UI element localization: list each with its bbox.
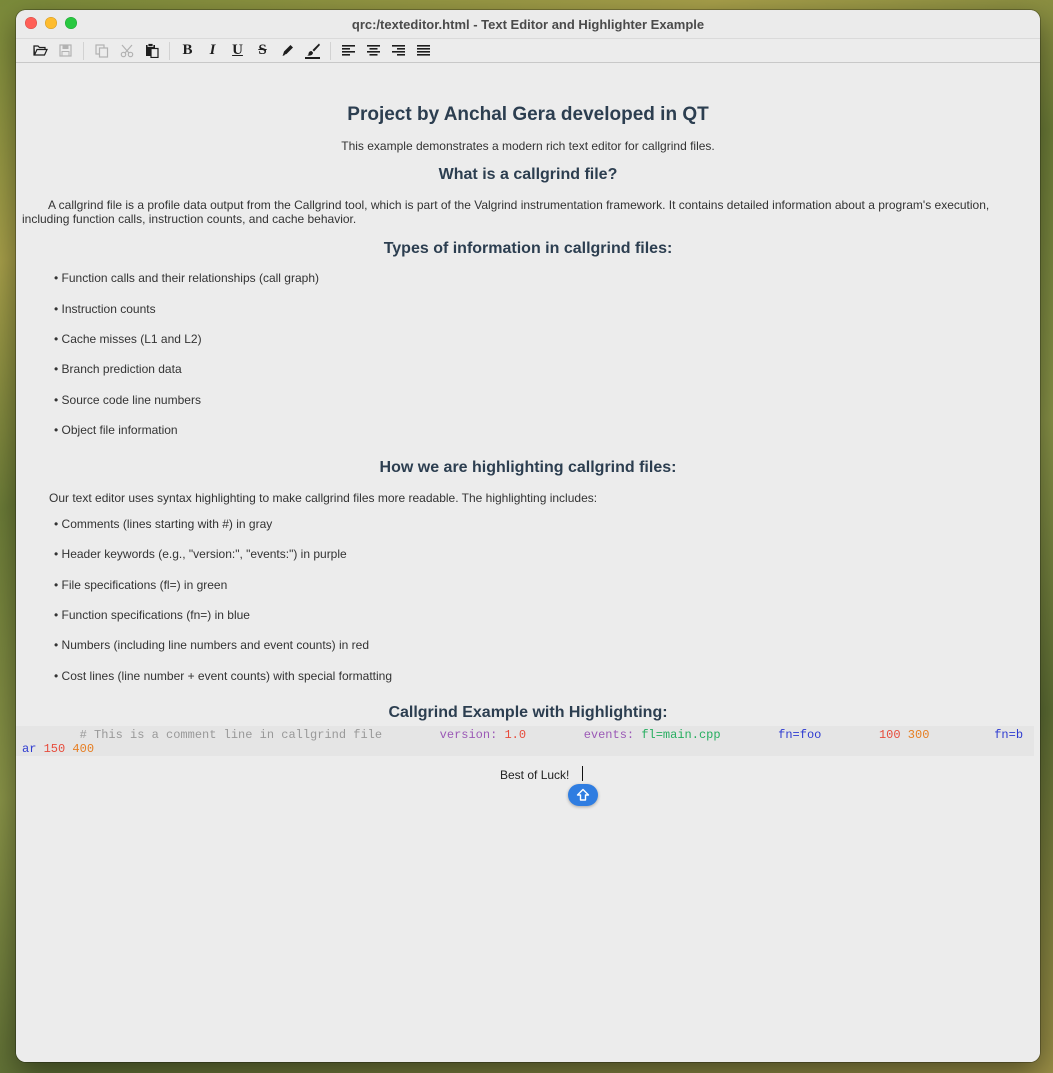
align-center-icon — [367, 45, 380, 56]
code-bar-cost: 400 — [72, 742, 95, 756]
underline-button[interactable]: U — [225, 41, 250, 61]
list-item: • Numbers (including line numbers and ev… — [54, 638, 370, 652]
titlebar: qrc:/texteditor.html - Text Editor and H… — [16, 10, 1040, 38]
code-comment: # This is a comment line in callgrind fi… — [79, 728, 383, 742]
align-left-icon — [342, 45, 355, 56]
toolbar-separator — [330, 41, 331, 60]
paste-button[interactable] — [139, 41, 164, 61]
code-foo-line: 100 — [878, 728, 901, 742]
document-subtitle: This example demonstrates a modern rich … — [341, 139, 715, 153]
section-heading-example: Callgrind Example with Highlighting: — [388, 704, 668, 721]
italic-button[interactable]: I — [200, 41, 225, 61]
minimize-window-button[interactable] — [45, 17, 57, 29]
list-item: • File specifications (fl=) in green — [54, 578, 228, 592]
align-left-button[interactable] — [336, 41, 361, 61]
list-item: • Function calls and their relationships… — [54, 271, 319, 285]
highlighting-intro: Our text editor uses syntax highlighting… — [49, 491, 598, 505]
closing-text: Best of Luck! — [500, 768, 570, 782]
callgrind-description: A callgrind file is a profile data outpu… — [22, 198, 990, 226]
document-title: Project by Anchal Gera developed in QT — [347, 104, 709, 125]
save-icon — [59, 44, 72, 57]
save-button[interactable] — [53, 41, 78, 61]
list-item: • Branch prediction data — [54, 362, 182, 376]
maximize-window-button[interactable] — [65, 17, 77, 29]
list-item: • Function specifications (fn=) in blue — [54, 608, 250, 622]
copy-icon — [94, 43, 108, 58]
cut-icon — [120, 44, 133, 57]
bold-button[interactable]: B — [175, 41, 200, 61]
code-bar-line: 150 — [43, 742, 66, 756]
align-center-button[interactable] — [361, 41, 386, 61]
code-version-keyword: version: — [439, 728, 498, 742]
window-controls — [25, 17, 77, 29]
section-heading-what-is: What is a callgrind file? — [438, 166, 618, 183]
code-foo-cost: 300 — [907, 728, 930, 742]
code-events-keyword: events: — [583, 728, 635, 742]
list-item: • Source code line numbers — [54, 393, 201, 407]
code-file-spec: fl=main.cpp — [641, 728, 721, 742]
close-window-button[interactable] — [25, 17, 37, 29]
align-right-icon — [392, 45, 405, 56]
text-cursor — [582, 766, 583, 781]
align-justify-button[interactable] — [411, 41, 436, 61]
folder-open-icon — [33, 45, 48, 56]
scroll-up-icon — [576, 788, 590, 801]
window-title: qrc:/texteditor.html - Text Editor and H… — [351, 16, 705, 32]
toolbar-separator — [169, 41, 170, 60]
highlight-color-button[interactable] — [300, 41, 325, 61]
editor-window: qrc:/texteditor.html - Text Editor and H… — [16, 10, 1040, 1062]
list-item: • Cache misses (L1 and L2) — [54, 332, 202, 346]
section-heading-highlighting: How we are highlighting callgrind files: — [379, 459, 677, 476]
color-swatch — [305, 56, 320, 59]
section-heading-types: Types of information in callgrind files: — [383, 240, 673, 257]
align-right-button[interactable] — [386, 41, 411, 61]
callgrind-code-block: # This is a comment line in callgrind fi… — [16, 726, 1034, 756]
brush-icon — [306, 43, 320, 56]
copy-button[interactable] — [89, 41, 114, 61]
scroll-up-button[interactable] — [568, 784, 598, 806]
list-item: • Instruction counts — [54, 302, 156, 316]
paste-icon — [145, 43, 159, 58]
list-item: • Header keywords (e.g., "version:", "ev… — [54, 547, 347, 561]
list-item: • Object file information — [54, 423, 178, 437]
cut-button[interactable] — [114, 41, 139, 61]
toolbar-separator — [83, 41, 84, 60]
code-version-value: 1.0 — [504, 728, 527, 742]
list-item: • Cost lines (line number + event counts… — [54, 669, 393, 683]
text-color-button[interactable] — [275, 41, 300, 61]
editor-area[interactable]: Project by Anchal Gera developed in QT T… — [16, 64, 1040, 1062]
pen-icon — [282, 45, 293, 56]
code-fn-foo: fn=foo — [778, 728, 822, 742]
strikethrough-button[interactable]: S — [250, 41, 275, 61]
list-item: • Comments (lines starting with #) in gr… — [54, 517, 273, 531]
open-button[interactable] — [28, 41, 53, 61]
align-justify-icon — [417, 45, 430, 56]
toolbar: B I U S — [16, 38, 1040, 63]
